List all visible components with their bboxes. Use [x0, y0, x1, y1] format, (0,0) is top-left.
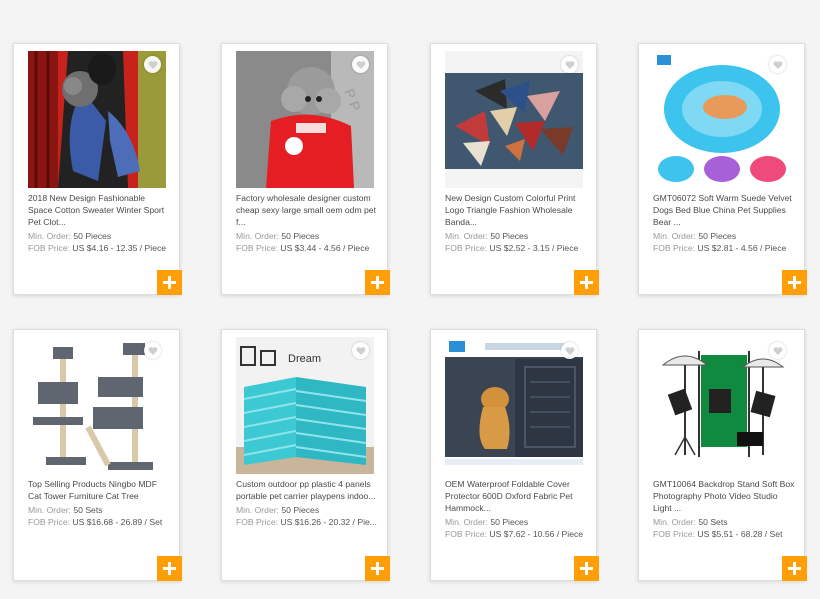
studio-light-photo[interactable] [653, 337, 791, 474]
car-seat-cover-photo[interactable] [445, 337, 583, 474]
heart-icon[interactable] [769, 342, 786, 359]
fob-price: FOB Price: US $4.16 - 12.35 / Piece [28, 243, 167, 253]
plus-icon [163, 276, 176, 289]
product-card[interactable]: GMT06072 Soft Warm Suede Velvet Dogs Bed… [638, 43, 807, 295]
plus-icon [371, 276, 384, 289]
svg-text:Dream: Dream [288, 353, 321, 365]
fob-price: FOB Price: US $2.81 - 4.56 / Piece [653, 243, 787, 253]
fob-price: FOB Price: US $3.44 - 4.56 / Piece [236, 243, 370, 253]
pet-bed-photo[interactable] [653, 51, 791, 188]
fob-price: FOB Price: US $7.62 - 10.56 / Piece [445, 529, 584, 539]
heart-icon[interactable] [144, 56, 161, 73]
plus-icon [788, 276, 801, 289]
heart-icon[interactable] [144, 342, 161, 359]
product-title[interactable]: OEM Waterproof Foldable Cover Protector … [445, 478, 587, 514]
min-order: Min. Order: 50 Pieces [236, 231, 320, 241]
dog-sweater-photo[interactable] [28, 51, 166, 188]
min-order: Min. Order: 50 Sets [653, 517, 728, 527]
heart-icon[interactable] [561, 56, 578, 73]
product-title[interactable]: New Design Custom Colorful Print Logo Tr… [445, 192, 587, 228]
product-card[interactable]: 2018 New Design Fashionable Space Cotton… [13, 43, 182, 295]
product-card[interactable]: New Design Custom Colorful Print Logo Tr… [430, 43, 599, 295]
plus-icon [580, 562, 593, 575]
fob-price: FOB Price: US $2.52 - 3.15 / Piece [445, 243, 579, 253]
poodle-shirt-photo[interactable]: P P [236, 51, 374, 188]
product-title[interactable]: GMT10064 Backdrop Stand Soft Box Photogr… [653, 478, 795, 514]
bandanas-photo[interactable] [445, 51, 583, 188]
product-card[interactable]: OEM Waterproof Foldable Cover Protector … [430, 329, 599, 581]
product-title[interactable]: GMT06072 Soft Warm Suede Velvet Dogs Bed… [653, 192, 795, 228]
product-card[interactable]: Dream Custom outdoor pp plastic 4 panels… [221, 329, 390, 581]
plus-icon [163, 562, 176, 575]
add-to-inquiry-button[interactable] [157, 556, 182, 581]
heart-icon[interactable] [561, 342, 578, 359]
min-order: Min. Order: 50 Pieces [445, 517, 529, 527]
add-to-inquiry-button[interactable] [365, 270, 390, 295]
plus-icon [371, 562, 384, 575]
product-card[interactable]: Top Selling Products Ningbo MDF Cat Towe… [13, 329, 182, 581]
fob-price: FOB Price: US $16.68 - 26.89 / Set [28, 517, 163, 527]
plus-icon [788, 562, 801, 575]
product-card[interactable]: GMT10064 Backdrop Stand Soft Box Photogr… [638, 329, 807, 581]
add-to-inquiry-button[interactable] [574, 556, 599, 581]
add-to-inquiry-button[interactable] [782, 556, 807, 581]
fob-price: FOB Price: US $16.26 - 20.32 / Pie... [236, 517, 377, 527]
min-order: Min. Order: 50 Sets [28, 505, 103, 515]
cat-tree-photo[interactable] [28, 337, 166, 474]
product-title[interactable]: Factory wholesale designer custom cheap … [236, 192, 378, 228]
product-card[interactable]: P P Factory wholesale designer custom ch… [221, 43, 390, 295]
heart-icon[interactable] [352, 56, 369, 73]
add-to-inquiry-button[interactable] [782, 270, 807, 295]
min-order: Min. Order: 50 Pieces [236, 505, 320, 515]
heart-icon[interactable] [769, 56, 786, 73]
add-to-inquiry-button[interactable] [365, 556, 390, 581]
add-to-inquiry-button[interactable] [157, 270, 182, 295]
fob-price: FOB Price: US $5.51 - 68.28 / Set [653, 529, 783, 539]
playpen-photo[interactable]: Dream [236, 337, 374, 474]
min-order: Min. Order: 50 Pieces [653, 231, 737, 241]
heart-icon[interactable] [352, 342, 369, 359]
min-order: Min. Order: 50 Pieces [445, 231, 529, 241]
add-to-inquiry-button[interactable] [574, 270, 599, 295]
min-order: Min. Order: 50 Pieces [28, 231, 112, 241]
product-title[interactable]: 2018 New Design Fashionable Space Cotton… [28, 192, 170, 228]
plus-icon [580, 276, 593, 289]
